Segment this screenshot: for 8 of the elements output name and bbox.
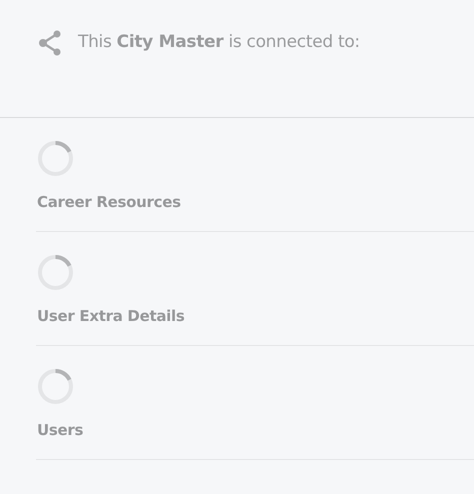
connection-name[interactable]: User Extra Details [37, 305, 474, 328]
loading-spinner-icon [37, 140, 74, 177]
share-icon[interactable] [38, 30, 62, 56]
connection-heading: This City Master is connected to: [78, 31, 360, 54]
loading-spinner-icon [37, 368, 74, 405]
connection-name[interactable]: Users [37, 419, 474, 442]
connection-name[interactable]: Career Resources [37, 191, 474, 214]
loading-spinner-icon [37, 254, 74, 291]
